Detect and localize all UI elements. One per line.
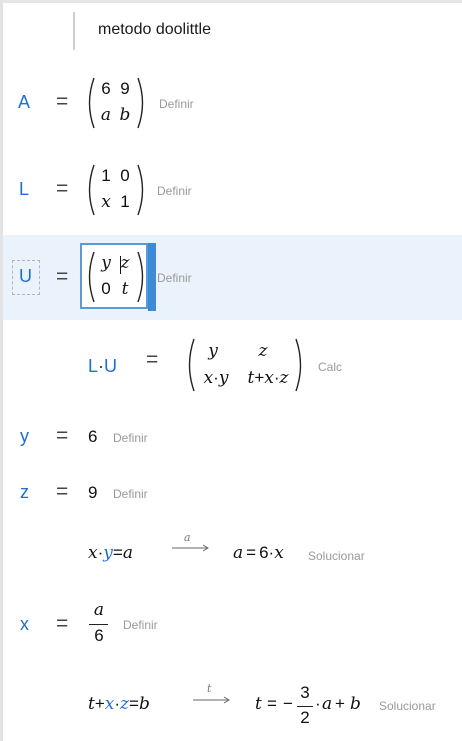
var-L[interactable]: L bbox=[19, 179, 29, 200]
definir-label[interactable]: Definir bbox=[123, 618, 158, 632]
equals-sign: = bbox=[56, 612, 69, 635]
matrix-cell: 0 bbox=[120, 166, 130, 185]
definir-label[interactable]: Definir bbox=[113, 431, 148, 445]
matrix-cell: x bbox=[101, 192, 111, 212]
definir-label[interactable]: Definir bbox=[157, 271, 192, 285]
equals-sign: = bbox=[56, 480, 69, 503]
matrix-cell: t bbox=[121, 279, 129, 299]
matrix-brackets bbox=[88, 164, 144, 216]
arrow-icon bbox=[172, 544, 209, 552]
calc-label[interactable]: Calc bbox=[318, 360, 342, 374]
var-x[interactable]: x bbox=[20, 614, 29, 635]
matrix-cell: z bbox=[258, 341, 268, 361]
matrix-U[interactable]: y z 0 t bbox=[86, 250, 146, 304]
solution-a[interactable]: a = 6·x bbox=[233, 543, 284, 563]
matrix-cell: a bbox=[100, 105, 112, 125]
definir-label[interactable]: Definir bbox=[157, 184, 192, 198]
worksheet-title[interactable]: metodo doolittle bbox=[98, 21, 211, 39]
matrix-cell: 1 bbox=[101, 166, 111, 185]
equals-sign: = bbox=[56, 424, 69, 447]
expr-LU[interactable]: L·U bbox=[88, 356, 117, 377]
matrix-cell: y bbox=[208, 341, 218, 361]
var-L-ref: L bbox=[88, 356, 99, 376]
matrix-brackets bbox=[88, 77, 144, 129]
matrix-cell: b bbox=[119, 105, 131, 125]
var-z[interactable]: z bbox=[20, 482, 29, 503]
equals-sign: = bbox=[146, 348, 159, 371]
matrix-cell: 6 bbox=[101, 79, 111, 98]
equation-txz-b[interactable]: t+x·z=b bbox=[88, 694, 150, 714]
solution-t[interactable]: t = − 3 2 · a + b bbox=[255, 683, 370, 731]
var-y[interactable]: y bbox=[20, 426, 29, 447]
matrix-cell: 9 bbox=[120, 79, 130, 98]
solve-variable: t bbox=[207, 682, 212, 695]
matrix-cell: t+x·z bbox=[247, 368, 289, 388]
resize-handle[interactable] bbox=[148, 243, 156, 311]
solucionar-label[interactable]: Solucionar bbox=[379, 699, 436, 713]
value-z[interactable]: 9 bbox=[88, 483, 97, 503]
matrix-LU-result[interactable]: y z x·y t+x·z bbox=[186, 337, 304, 393]
matrix-cell: x·y bbox=[203, 368, 229, 388]
equals-sign: = bbox=[56, 90, 69, 113]
equation-xy-a[interactable]: x·y=a bbox=[88, 543, 133, 563]
definir-label[interactable]: Definir bbox=[113, 487, 148, 501]
matrix-brackets bbox=[88, 251, 144, 303]
value-y[interactable]: 6 bbox=[88, 427, 97, 447]
var-U[interactable]: U bbox=[19, 266, 32, 287]
left-margin-rule bbox=[0, 0, 3, 741]
matrix-cell: 0 bbox=[101, 279, 111, 298]
definir-label[interactable]: Definir bbox=[159, 97, 194, 111]
top-border bbox=[0, 0, 462, 3]
matrix-L[interactable]: 1 0 x 1 bbox=[86, 163, 146, 217]
matrix-cell: 1 bbox=[120, 192, 130, 211]
var-A[interactable]: A bbox=[18, 92, 30, 113]
arrow-icon bbox=[193, 696, 230, 704]
text-caret bbox=[120, 256, 121, 274]
equals-sign: = bbox=[56, 265, 69, 288]
selected-row-highlight bbox=[3, 235, 462, 320]
solucionar-label[interactable]: Solucionar bbox=[308, 549, 365, 563]
matrix-cell: y bbox=[101, 253, 111, 273]
equals-sign: = bbox=[56, 177, 69, 200]
var-U-ref: U bbox=[104, 356, 118, 376]
matrix-A[interactable]: 6 9 a b bbox=[86, 76, 146, 130]
title-bar bbox=[73, 12, 75, 50]
fraction-a-over-6[interactable]: a 6 bbox=[88, 600, 110, 648]
